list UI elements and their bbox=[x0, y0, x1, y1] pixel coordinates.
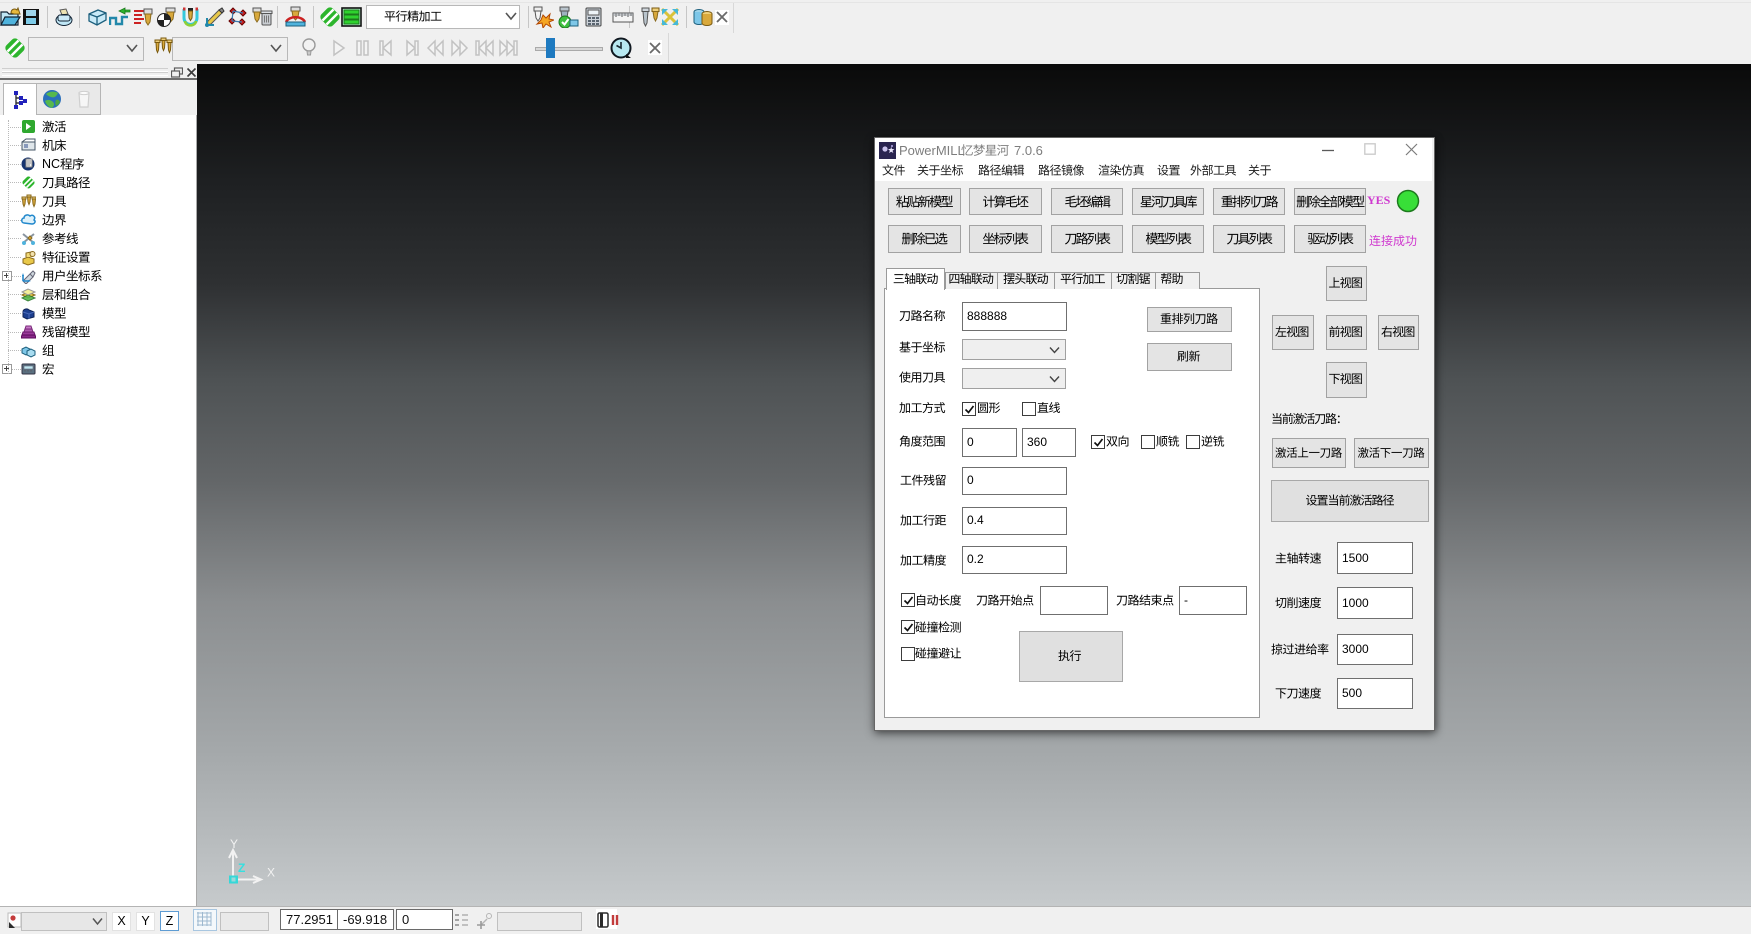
svg-text:Y: Y bbox=[230, 837, 238, 851]
svg-text:Z: Z bbox=[238, 861, 245, 875]
svg-text:X: X bbox=[267, 866, 275, 880]
